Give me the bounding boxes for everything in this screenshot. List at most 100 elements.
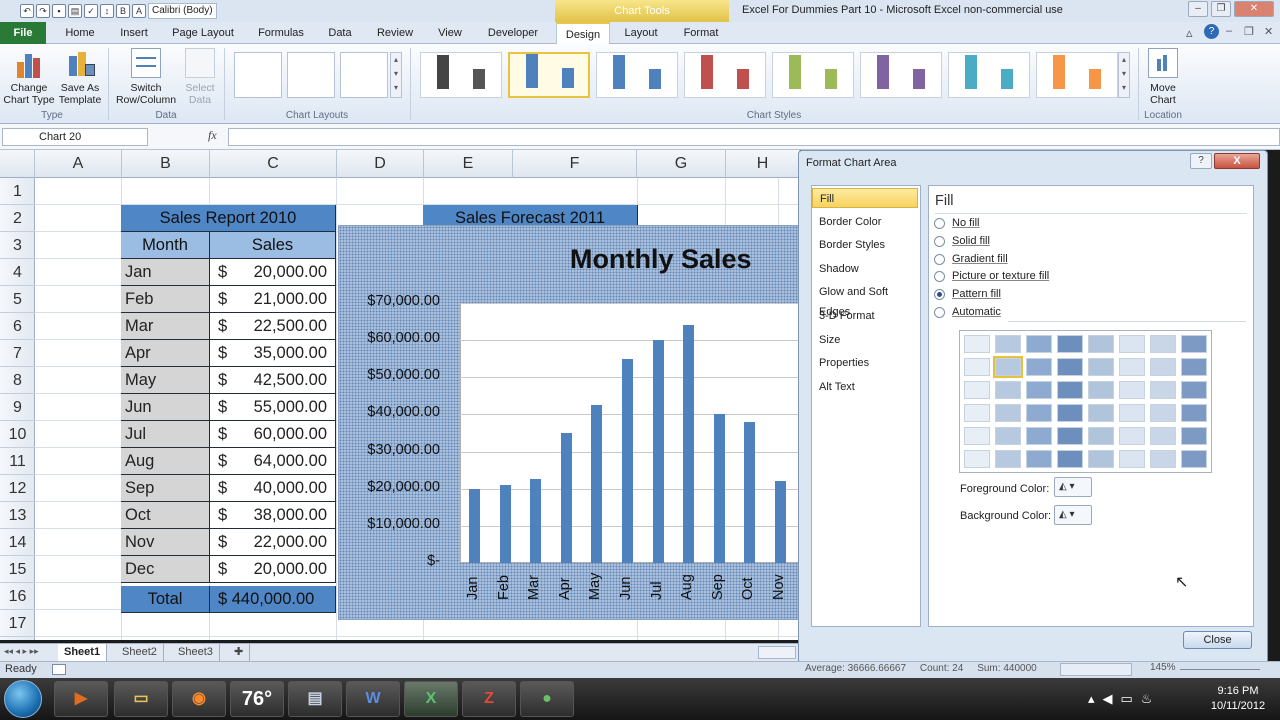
pattern-swatch[interactable] bbox=[1150, 358, 1176, 376]
chart-title[interactable]: Monthly Sales bbox=[570, 244, 752, 275]
notepad-icon[interactable]: ▤ bbox=[288, 681, 342, 717]
sheet-tab[interactable]: Sheet2 bbox=[116, 644, 164, 661]
radio-label[interactable]: Automatic bbox=[952, 306, 1001, 318]
month-cell[interactable]: Jul bbox=[121, 421, 210, 448]
pattern-swatch[interactable] bbox=[964, 427, 990, 445]
forecast-title[interactable]: Sales Forecast 2011 bbox=[423, 205, 638, 227]
move-chart-button[interactable]: Move Chart bbox=[1142, 48, 1184, 106]
nav-properties[interactable]: Properties bbox=[818, 353, 918, 373]
bar[interactable] bbox=[469, 489, 480, 563]
pattern-swatch[interactable] bbox=[1119, 335, 1145, 353]
chart-style-2[interactable] bbox=[508, 52, 590, 98]
pattern-swatch[interactable] bbox=[1119, 450, 1145, 468]
nav-alt-text[interactable]: Alt Text bbox=[818, 377, 918, 397]
bar[interactable] bbox=[775, 481, 786, 563]
month-cell[interactable]: Apr bbox=[121, 340, 210, 367]
tab-data[interactable]: Data bbox=[322, 22, 358, 44]
pattern-swatch[interactable] bbox=[964, 404, 990, 422]
foreground-color-button[interactable]: ◭ ▾ bbox=[1054, 477, 1092, 497]
font-name-box[interactable]: Calibri (Body) bbox=[148, 3, 217, 19]
radio-label[interactable]: Picture or texture fill bbox=[952, 270, 1049, 282]
change-chart-type-button[interactable]: Change Chart Type bbox=[2, 48, 56, 106]
pattern-swatch[interactable] bbox=[1119, 427, 1145, 445]
pattern-swatch[interactable] bbox=[1026, 450, 1052, 468]
chart-style-5[interactable] bbox=[772, 52, 854, 98]
radio-label[interactable]: Gradient fill bbox=[952, 253, 1008, 265]
close-button[interactable]: Close bbox=[1183, 631, 1252, 649]
close-window-button[interactable]: ✕ bbox=[1234, 1, 1274, 17]
minimize-button[interactable]: – bbox=[1188, 1, 1208, 17]
sales-cell[interactable]: $42,500.00 bbox=[210, 367, 336, 394]
radio-pattern-fill[interactable] bbox=[934, 289, 945, 300]
column-header[interactable]: E bbox=[424, 150, 513, 178]
horizontal-scrollbar[interactable] bbox=[758, 646, 796, 659]
switch-row-column-button[interactable]: Switch Row/Column bbox=[112, 48, 180, 106]
month-cell[interactable]: Jun bbox=[121, 394, 210, 421]
month-cell[interactable]: Jan bbox=[121, 259, 210, 286]
row-header[interactable]: 5 bbox=[0, 286, 35, 313]
row-header[interactable]: 16 bbox=[0, 583, 35, 610]
tab-file[interactable]: File bbox=[0, 22, 46, 44]
restore-button[interactable]: ❐ bbox=[1211, 1, 1231, 17]
total-label[interactable]: Total bbox=[121, 586, 210, 613]
redo-icon[interactable]: ↷ bbox=[36, 4, 50, 18]
tab-page-layout[interactable]: Page Layout bbox=[166, 22, 240, 44]
chart-style-1[interactable] bbox=[420, 52, 502, 98]
tab-developer[interactable]: Developer bbox=[480, 22, 546, 44]
header-sales[interactable]: Sales bbox=[210, 232, 336, 259]
chart-layout-2[interactable] bbox=[287, 52, 335, 98]
sales-cell[interactable]: $20,000.00 bbox=[210, 556, 336, 583]
pattern-swatch[interactable] bbox=[1088, 358, 1114, 376]
total-value[interactable]: $ 440,000.00 bbox=[210, 586, 336, 613]
insert-function-icon[interactable]: fx bbox=[208, 128, 217, 143]
sheet-tab[interactable]: Sheet1 bbox=[58, 644, 108, 661]
radio-no-fill[interactable] bbox=[934, 218, 945, 229]
insert-sheet-icon[interactable]: ✚ bbox=[228, 644, 251, 661]
column-header[interactable]: H bbox=[726, 150, 800, 178]
sales-cell[interactable]: $20,000.00 bbox=[210, 259, 336, 286]
word-icon[interactable]: W bbox=[346, 681, 400, 717]
sales-cell[interactable]: $38,000.00 bbox=[210, 502, 336, 529]
pattern-swatch[interactable] bbox=[1088, 335, 1114, 353]
pattern-swatch[interactable] bbox=[1057, 404, 1083, 422]
pattern-swatch[interactable] bbox=[1026, 358, 1052, 376]
bar[interactable] bbox=[744, 422, 755, 563]
pattern-swatch[interactable] bbox=[1181, 335, 1207, 353]
chart-style-3[interactable] bbox=[596, 52, 678, 98]
pattern-swatch[interactable] bbox=[964, 450, 990, 468]
weather-gadget[interactable]: 76° bbox=[230, 681, 284, 717]
bar[interactable] bbox=[714, 414, 725, 563]
pattern-swatch[interactable] bbox=[1057, 427, 1083, 445]
column-header[interactable]: A bbox=[35, 150, 122, 178]
pattern-swatch[interactable] bbox=[1119, 358, 1145, 376]
tab-formulas[interactable]: Formulas bbox=[250, 22, 312, 44]
wb-close-icon[interactable]: ✕ bbox=[1264, 25, 1273, 38]
row-header[interactable]: 2 bbox=[0, 205, 35, 232]
select-all-corner[interactable] bbox=[0, 150, 35, 178]
radio-automatic[interactable] bbox=[934, 307, 945, 318]
row-header[interactable]: 10 bbox=[0, 421, 35, 448]
wb-minimize-icon[interactable]: – bbox=[1226, 25, 1232, 37]
column-header[interactable]: D bbox=[337, 150, 424, 178]
month-cell[interactable]: May bbox=[121, 367, 210, 394]
tab-view[interactable]: View bbox=[430, 22, 470, 44]
pattern-swatch[interactable] bbox=[1026, 404, 1052, 422]
zoom-slider[interactable] bbox=[1180, 669, 1260, 670]
radio-label[interactable]: No fill bbox=[952, 217, 980, 229]
styles-scroll[interactable]: ▴ ▾ ▾ bbox=[1118, 52, 1130, 98]
pattern-swatch[interactable] bbox=[995, 381, 1021, 399]
pattern-swatch[interactable] bbox=[1088, 381, 1114, 399]
row-header[interactable]: 9 bbox=[0, 394, 35, 421]
sales-cell[interactable]: $35,000.00 bbox=[210, 340, 336, 367]
minimize-ribbon-icon[interactable]: ▵ bbox=[1186, 25, 1193, 41]
pattern-swatch[interactable] bbox=[1181, 404, 1207, 422]
start-button[interactable] bbox=[4, 680, 42, 718]
row-header[interactable]: 4 bbox=[0, 259, 35, 286]
explorer-icon[interactable]: ▭ bbox=[114, 681, 168, 717]
bar[interactable] bbox=[500, 485, 511, 563]
pattern-swatch[interactable] bbox=[1057, 381, 1083, 399]
sales-cell[interactable]: $60,000.00 bbox=[210, 421, 336, 448]
sales-cell[interactable]: $21,000.00 bbox=[210, 286, 336, 313]
row-header[interactable]: 3 bbox=[0, 232, 35, 259]
radio-picture-or-texture-fill[interactable] bbox=[934, 271, 945, 282]
